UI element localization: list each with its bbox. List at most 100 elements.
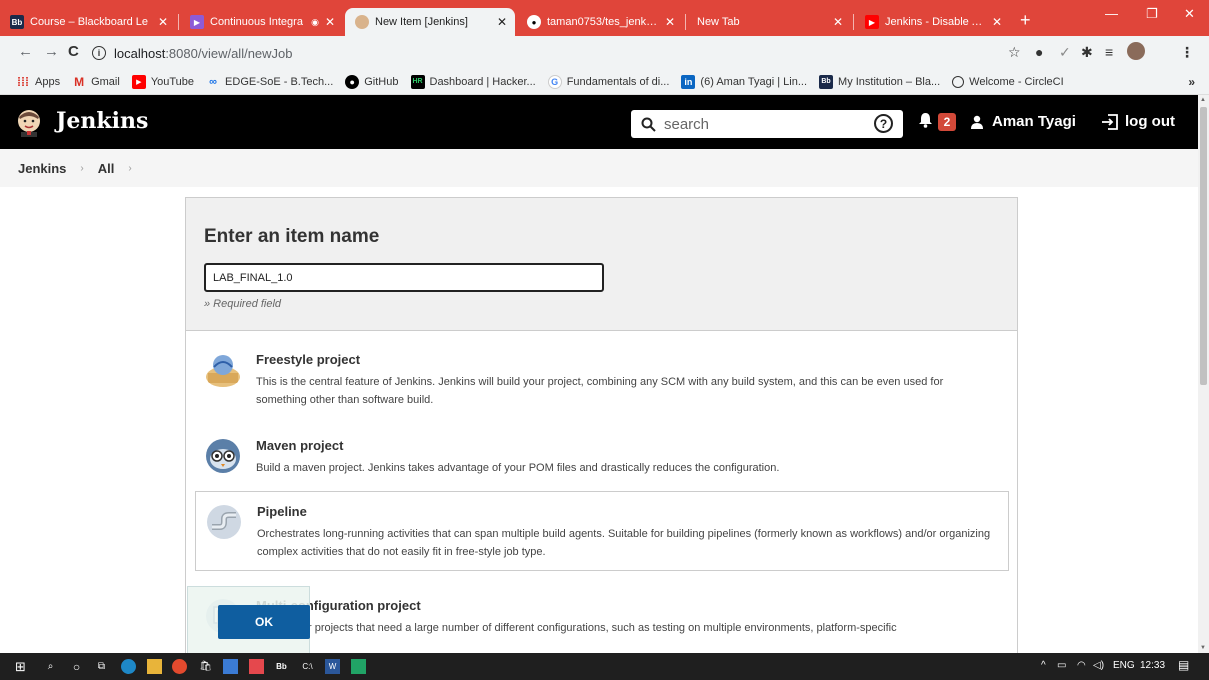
language-indicator[interactable]: ENG (1113, 660, 1135, 671)
bookmark-hackerrank[interactable]: HR Dashboard | Hacker... (410, 74, 536, 89)
restore-icon[interactable]: ❐ (1146, 6, 1158, 22)
bookmark-google-fundamentals[interactable]: G Fundamentals of di... (547, 74, 669, 89)
file-explorer-icon[interactable] (147, 659, 162, 674)
bookmark-star-icon[interactable]: ☆ (1008, 44, 1021, 61)
item-type-maven[interactable]: Maven project Build a maven project. Jen… (195, 426, 1009, 487)
close-window-icon[interactable]: ✕ (1184, 6, 1195, 22)
notification-badge[interactable]: 2 (938, 113, 956, 131)
breadcrumb-all[interactable]: All (98, 161, 115, 176)
bookmark-edge-soe[interactable]: ∞ EDGE-SoE - B.Tech... (206, 75, 333, 89)
tab-new-tab[interactable]: New Tab ✕ (687, 8, 851, 36)
bookmark-github[interactable]: ● GitHub (345, 74, 399, 89)
blackboard-icon[interactable]: Bb (274, 659, 289, 674)
circleci-icon (952, 75, 965, 88)
notifications-icon[interactable]: ▤ (1178, 658, 1189, 672)
forward-icon[interactable]: → (44, 43, 59, 60)
breadcrumb-jenkins[interactable]: Jenkins (18, 161, 66, 176)
github-icon: ● (527, 15, 541, 29)
jenkins-icon (355, 15, 369, 29)
item-type-title: Multi-configuration project (256, 598, 421, 613)
tab-github-repo[interactable]: ● taman0753/tes_jenkins ✕ (517, 8, 683, 36)
address-bar[interactable]: i localhost:8080/view/all/newJob (92, 40, 1002, 66)
bookmark-youtube[interactable]: ▶ YouTube (131, 74, 194, 89)
extensions-puzzle-icon[interactable]: ✱ (1081, 44, 1093, 61)
search-box: ? (631, 110, 903, 138)
close-tab-icon[interactable]: ✕ (992, 15, 1002, 29)
chevron-right-icon[interactable]: › (128, 163, 131, 174)
terminal-icon[interactable]: C:\ (300, 659, 315, 674)
volume-icon[interactable]: ◁) (1093, 660, 1104, 671)
page-scrollbar[interactable]: ▲ ▼ (1198, 95, 1209, 653)
logout-link[interactable]: log out (1101, 113, 1175, 130)
bell-icon[interactable] (918, 112, 933, 128)
jenkins-home-link[interactable]: Jenkins (56, 108, 148, 134)
browser-toolbar: ← → C i localhost:8080/view/all/newJob ☆… (0, 36, 1209, 69)
chevron-right-icon[interactable]: › (80, 163, 83, 174)
browser-tab-strip: Bb Course – Blackboard Le ✕ ▶ Continuous… (0, 0, 1209, 36)
computer-icon[interactable] (223, 659, 238, 674)
ok-button[interactable]: OK (218, 605, 310, 639)
camera-extension-icon[interactable]: ● (1035, 44, 1043, 60)
profile-avatar-icon[interactable] (1127, 42, 1145, 60)
item-type-multi-configuration[interactable]: Multi-configuration project Suitable for… (195, 586, 1009, 647)
store-icon[interactable]: 🛍 (198, 659, 213, 674)
edge-browser-icon[interactable] (121, 659, 136, 674)
tray-expand-icon[interactable]: ^ (1041, 660, 1046, 671)
close-tab-icon[interactable]: ✕ (833, 15, 843, 29)
windows-taskbar: ⊞ ⌕ ○ ⧉ 🛍 Bb C:\ W ^ ▭ ◠ ◁) ENG 12:33 ▤ (0, 653, 1209, 680)
chrome-icon[interactable] (172, 659, 187, 674)
item-name-input[interactable] (204, 263, 604, 292)
scroll-up-icon[interactable]: ▲ (1200, 97, 1206, 103)
close-tab-icon[interactable]: ✕ (325, 15, 335, 29)
youtube-icon: ▶ (131, 74, 146, 89)
item-type-freestyle[interactable]: Freestyle project This is the central fe… (195, 340, 1009, 419)
search-input[interactable] (664, 115, 844, 133)
help-icon[interactable]: ? (874, 114, 893, 133)
bookmark-gmail[interactable]: M Gmail (72, 75, 120, 89)
more-bookmarks-icon[interactable]: » (1188, 75, 1195, 89)
browser-menu-icon[interactable]: ⋮ (1180, 44, 1194, 61)
bookmark-linkedin[interactable]: in (6) Aman Tyagi | Lin... (681, 74, 807, 89)
scroll-down-icon[interactable]: ▼ (1200, 645, 1206, 651)
check-extension-icon[interactable]: ✓ (1059, 44, 1071, 61)
gmail-icon: M (74, 74, 85, 89)
reading-list-icon[interactable]: ≡ (1105, 44, 1113, 60)
wifi-icon[interactable]: ◠ (1077, 660, 1086, 671)
pipeline-icon (207, 505, 241, 539)
search-icon[interactable]: ⌕ (43, 659, 58, 674)
bookmark-apps[interactable]: ⁞⁞⁞ Apps (16, 75, 60, 89)
scrollbar-thumb[interactable] (1200, 107, 1207, 385)
clock[interactable]: 12:33 (1140, 660, 1165, 671)
tab-new-item-jenkins[interactable]: New Item [Jenkins] ✕ (345, 8, 515, 36)
battery-icon[interactable]: ▭ (1057, 660, 1066, 671)
hackerrank-icon: HR (410, 74, 425, 89)
bookmark-my-institution[interactable]: Bb My Institution – Bla... (819, 74, 940, 89)
app-icon[interactable] (249, 659, 264, 674)
user-menu[interactable]: Aman Tyagi (970, 113, 1076, 130)
item-type-pipeline[interactable]: Pipeline Orchestrates long-running activ… (195, 491, 1009, 571)
task-view-icon[interactable]: ⧉ (94, 659, 109, 674)
word-icon[interactable]: W (325, 659, 340, 674)
close-tab-icon[interactable]: ✕ (665, 15, 675, 29)
tab-separator (853, 14, 854, 30)
reload-icon[interactable]: C (68, 43, 79, 60)
bookmark-circleci[interactable]: Welcome - CircleCI (952, 75, 1064, 88)
cortana-icon[interactable]: ○ (69, 659, 84, 674)
close-tab-icon[interactable]: ✕ (497, 15, 507, 29)
linkedin-icon: in (681, 74, 696, 89)
tab-blackboard-course[interactable]: Bb Course – Blackboard Le ✕ (0, 8, 176, 36)
excel-icon[interactable] (351, 659, 366, 674)
tab-continuous-integration[interactable]: ▶ Continuous Integra ◉ ✕ (180, 8, 343, 36)
jenkins-logo-icon[interactable] (14, 107, 44, 137)
site-info-icon[interactable]: i (92, 46, 106, 60)
windows-start-icon[interactable]: ⊞ (13, 659, 28, 674)
minimize-icon[interactable]: — (1105, 6, 1118, 21)
url-host: localhost (114, 45, 166, 61)
back-icon[interactable]: ← (18, 43, 33, 60)
new-tab-button[interactable]: + (1020, 11, 1031, 29)
tab-jenkins-disable-auth[interactable]: ▶ Jenkins - Disable Authe ✕ (855, 8, 1010, 36)
blackboard-icon: Bb (819, 74, 834, 89)
close-tab-icon[interactable]: ✕ (158, 15, 168, 29)
user-icon (971, 115, 983, 129)
jenkins-header: Jenkins ? 2 Aman Tyagi log out (0, 95, 1198, 149)
